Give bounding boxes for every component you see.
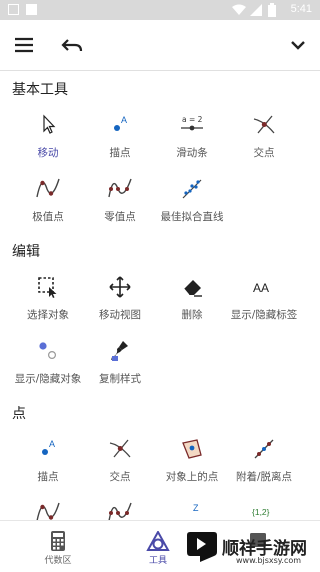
move-view-icon	[109, 276, 131, 298]
tool-label: 交点	[109, 471, 131, 483]
tool-move-view[interactable]: 移动视图	[80, 275, 160, 337]
undo-icon[interactable]	[60, 33, 84, 57]
point-icon: A	[114, 115, 127, 131]
watermark-logo: 顺祥手游网 www.bjsxsy.com	[186, 526, 320, 572]
tool-show-hide-object[interactable]: 显示/隐藏对象	[8, 339, 88, 401]
extremum-icon	[36, 178, 60, 198]
tool-label: 描点	[37, 471, 59, 483]
tool-label: 移动视图	[99, 309, 141, 321]
menu-icon[interactable]	[12, 33, 36, 57]
svg-text:{1,2}: {1,2}	[252, 507, 270, 517]
tool-show-hide-label[interactable]: AA 显示/隐藏标签	[224, 275, 304, 337]
svg-text:a = 2: a = 2	[182, 115, 203, 124]
battery-icon	[268, 3, 276, 17]
signal-icon	[250, 4, 262, 16]
svg-text:AA: AA	[253, 281, 269, 295]
svg-text:Z: Z	[193, 503, 199, 513]
tool-point-on-object[interactable]: 对象上的点	[152, 437, 232, 499]
nav-label: 工具	[148, 556, 167, 566]
intersect-icon	[109, 439, 131, 458]
tool-point[interactable]: A 描点	[8, 437, 88, 499]
wifi-icon	[232, 4, 246, 15]
svg-text:A: A	[49, 439, 55, 449]
tool-label: 交点	[253, 147, 275, 159]
tool-label: 滑动条	[176, 147, 208, 159]
tool-intersect[interactable]: 交点	[224, 113, 304, 175]
section-title-basic-tools: 基本工具	[12, 82, 68, 98]
tool-slider[interactable]: a = 2 滑动条	[152, 113, 232, 175]
slider-icon: a = 2	[181, 115, 203, 131]
status-bar: 5:41	[0, 0, 320, 20]
tool-label: 零值点	[104, 211, 136, 223]
tool-intersect[interactable]: 交点	[80, 437, 160, 499]
tool-best-fit-line[interactable]: 最佳拟合直线	[152, 177, 232, 239]
best-fit-line-icon	[182, 179, 202, 199]
notification-icon	[8, 4, 19, 15]
app-notification-icon	[26, 4, 37, 15]
tool-label: 选择对象	[27, 309, 69, 321]
tool-label: 移动	[37, 147, 59, 159]
tool-label: 显示/隐藏标签	[230, 309, 298, 321]
top-toolbar	[0, 20, 320, 70]
section-title-edit: 编辑	[12, 244, 40, 260]
calculator-icon	[51, 531, 65, 551]
tool-label: 显示/隐藏对象	[14, 373, 82, 385]
nav-tools[interactable]: 工具	[128, 521, 188, 572]
delete-eraser-icon	[183, 280, 202, 297]
intersect-icon	[253, 115, 275, 134]
point-on-object-icon	[182, 439, 202, 459]
copy-style-icon	[111, 341, 128, 361]
tool-label: 极值点	[32, 211, 64, 223]
tool-select-objects[interactable]: 选择对象	[8, 275, 88, 337]
status-time: 5:41	[290, 3, 312, 15]
roots-icon	[108, 178, 132, 198]
nav-algebra[interactable]: 代数区	[28, 521, 88, 572]
tool-roots[interactable]: 零值点	[80, 177, 160, 239]
tool-delete[interactable]: 删除	[152, 275, 232, 337]
tool-point[interactable]: A 描点	[80, 113, 160, 175]
select-objects-icon	[38, 277, 57, 298]
show-hide-object-icon	[39, 342, 57, 360]
point-icon: A	[42, 439, 55, 455]
chevron-down-icon[interactable]	[286, 33, 310, 57]
nav-label: 代数区	[44, 556, 72, 566]
section-title-point: 点	[12, 406, 26, 422]
tool-copy-style[interactable]: 复制样式	[80, 339, 160, 401]
show-hide-label-icon: AA	[253, 281, 269, 295]
attach-detach-point-icon	[254, 439, 274, 459]
tool-label: 删除	[181, 309, 203, 321]
tool-move[interactable]: 移动	[8, 113, 88, 175]
tool-label: 最佳拟合直线	[160, 211, 224, 223]
watermark-icon	[187, 532, 217, 562]
tool-label: 对象上的点	[165, 471, 219, 483]
svg-text:A: A	[121, 115, 127, 125]
tools-icon	[146, 531, 170, 551]
tool-label: 复制样式	[99, 373, 141, 385]
watermark-url: www.bjsxsy.com	[236, 556, 302, 565]
tool-label: 附着/脱离点	[235, 471, 293, 483]
tool-extremum[interactable]: 极值点	[8, 177, 88, 239]
toolbar-divider	[0, 70, 320, 71]
tool-label: 描点	[109, 147, 131, 159]
move-cursor-icon	[43, 114, 56, 134]
tool-attach-detach-point[interactable]: 附着/脱离点	[224, 437, 304, 499]
